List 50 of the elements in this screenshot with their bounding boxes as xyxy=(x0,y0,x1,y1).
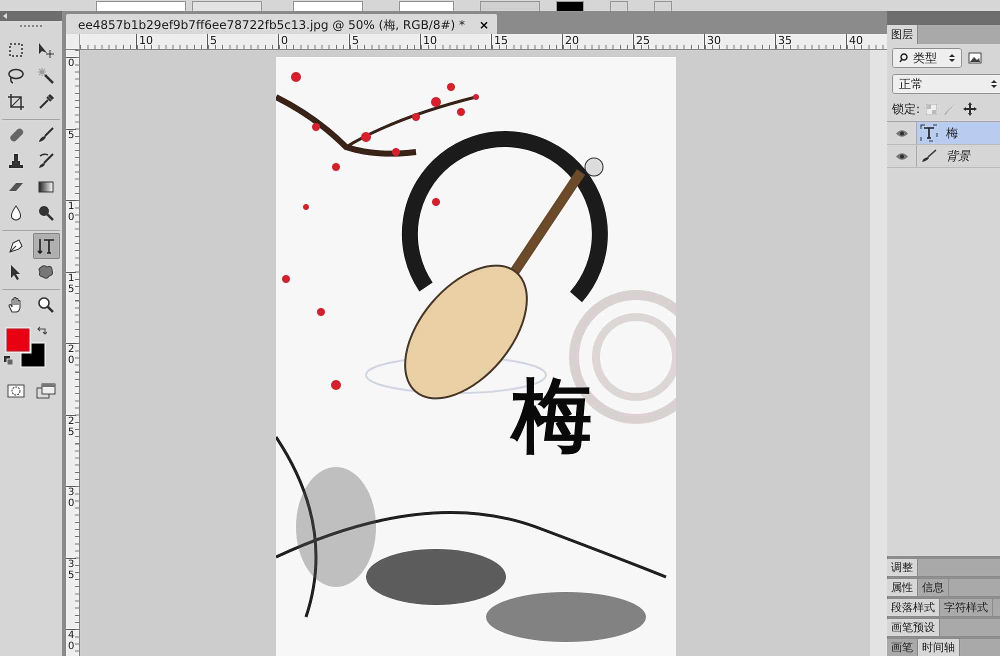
ruler-number: 25 xyxy=(633,34,704,49)
ruler-number: 5 xyxy=(207,34,278,49)
panel-tab[interactable]: 属性 xyxy=(887,579,918,596)
eye-icon[interactable] xyxy=(894,152,908,160)
layer-row[interactable]: 背景 xyxy=(917,145,1000,167)
swap-arrows-icon[interactable] xyxy=(37,326,47,336)
ruler-number: 30 xyxy=(704,34,775,49)
eye-icon[interactable] xyxy=(894,128,908,138)
panel-tab[interactable]: 段落样式 xyxy=(887,599,940,616)
ruler-number: 30 xyxy=(66,486,76,558)
ruler-number: 10 xyxy=(420,34,491,49)
search-icon xyxy=(899,53,908,63)
layers-tab[interactable]: 图层 xyxy=(887,25,918,44)
ruler-number: 20 xyxy=(562,34,633,49)
text-layer-icon xyxy=(920,124,938,142)
move-cross-icon[interactable] xyxy=(963,102,978,116)
foreground-color-swatch[interactable] xyxy=(6,328,30,352)
ruler-number: 0 xyxy=(66,57,76,128)
ruler-number: 15 xyxy=(491,34,562,49)
layer-name: 背景 xyxy=(946,148,970,165)
ruler-number: 10 xyxy=(66,200,76,272)
ruler-number: 10 xyxy=(136,34,207,49)
blend-mode-select[interactable]: 正常 xyxy=(892,74,1000,94)
ruler-number: 20 xyxy=(66,343,76,414)
ruler-number: 35 xyxy=(66,558,76,629)
image-filter-icon[interactable] xyxy=(968,52,982,64)
layer-name: 梅 xyxy=(946,125,958,142)
lock-label: 锁定: xyxy=(892,101,920,118)
ruler-number: 40 xyxy=(66,629,76,656)
ruler-number: 0 xyxy=(278,34,349,49)
ruler-number: 15 xyxy=(66,272,76,343)
updown-arrows-icon xyxy=(991,79,997,89)
vertical-scrollbar[interactable] xyxy=(870,50,887,656)
brush-icon xyxy=(920,147,938,165)
ruler-number: 25 xyxy=(66,414,76,486)
updown-arrows-icon xyxy=(949,53,955,63)
text-layer: 梅 xyxy=(512,375,592,455)
ruler-number: 5 xyxy=(349,34,420,49)
ruler-number: 35 xyxy=(775,34,846,49)
document-tab-title[interactable]: ee4857b1b29ef9b7ff6ee78722fb5c13.jpg @ 50% (梅, RGB/8#) * xyxy=(78,16,466,34)
collapse-arrow-icon[interactable] xyxy=(2,13,8,19)
panel-tab[interactable]: 画笔预设 xyxy=(887,619,940,636)
filter-kind-select[interactable]: 类型 xyxy=(892,48,962,68)
vertical-type-icon[interactable] xyxy=(32,233,60,259)
panel-tab[interactable]: 调整 xyxy=(887,559,918,576)
ruler-number: 5 xyxy=(66,128,76,200)
close-button[interactable]: × xyxy=(479,16,490,34)
panel-tab[interactable]: 时间轴 xyxy=(918,639,960,656)
layer-row[interactable]: 梅 xyxy=(917,122,1000,144)
default-colors-icon[interactable] xyxy=(4,356,14,366)
